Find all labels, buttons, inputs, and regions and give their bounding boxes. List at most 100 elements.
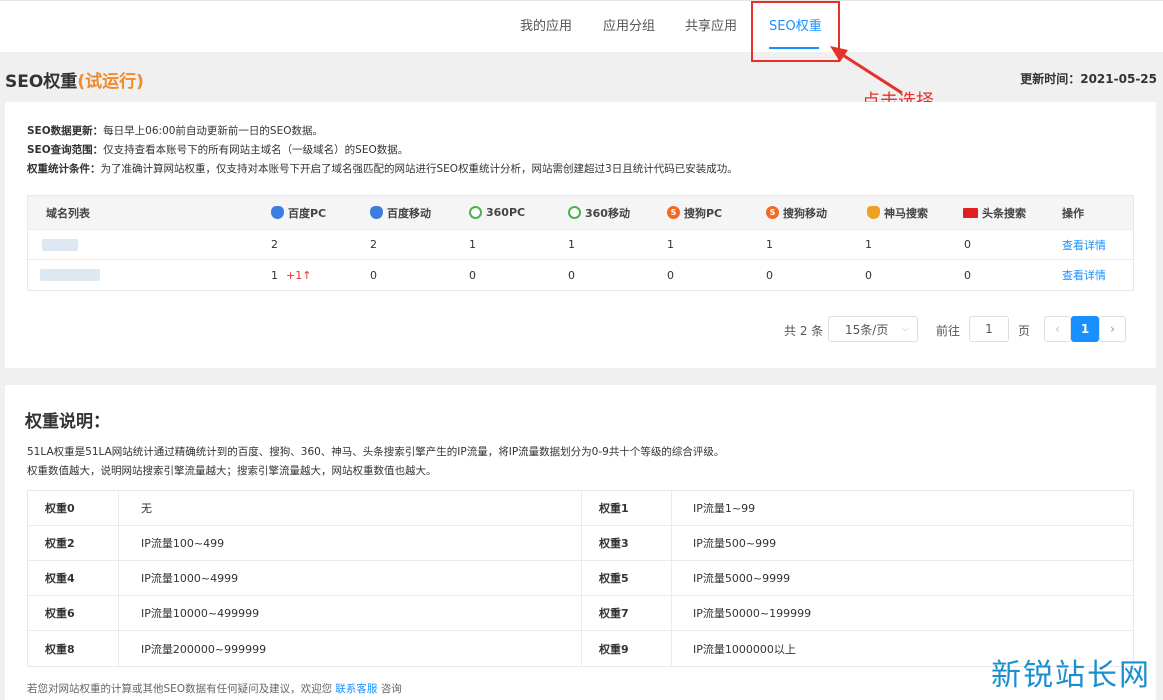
update-time-value: 2021-05-25 (1080, 72, 1157, 86)
col-domain: 域名列表 (46, 206, 90, 220)
cell-toutiao: 0 (964, 238, 971, 251)
col-baidu-mobile: 百度移动 (370, 196, 431, 229)
next-page-icon[interactable]: › (1099, 316, 1126, 342)
baidu-icon (271, 206, 284, 219)
toutiao-icon (963, 207, 978, 218)
col-toutiao: 头条搜索 (963, 196, 1026, 229)
title-bar: SEO权重(试运行) 更新时间：2021-05-25 (0, 52, 1163, 102)
weight-level-value: IP流量50000~199999 (693, 607, 812, 620)
tab-shared-apps[interactable]: 共享应用 (685, 15, 737, 34)
update-time-label: 更新时间： (1020, 72, 1081, 86)
sogou-icon: S (667, 206, 680, 219)
col-shenma: 神马搜索 (867, 196, 928, 229)
col-sogou-mobile: S 搜狗移动 (766, 196, 827, 229)
weight-level-value: IP流量10000~499999 (141, 607, 260, 620)
blurred-domain (42, 238, 78, 251)
cell-shenma: 0 (865, 268, 872, 282)
blurred-domain (40, 269, 100, 281)
cell-baidu-mobile: 2 (370, 238, 377, 251)
weight-desc-1: 51LA权重是51LA网站统计通过精确统计到的百度、搜狗、360、神马、头条搜索… (27, 446, 725, 458)
weight-level-value: IP流量1~99 (693, 502, 756, 515)
weight-level-value: IP流量5000~9999 (693, 572, 791, 585)
weight-level-value: IP流量500~999 (693, 537, 777, 550)
page-button-current[interactable]: 1 (1071, 316, 1099, 342)
cell-360-mobile: 1 (568, 238, 575, 251)
cell-360-pc: 0 (469, 268, 476, 282)
weight-table: 权重0 无 权重1 IP流量1~99 权重2 IP流量100~499 权重3 I… (27, 490, 1134, 667)
desc-line-update: SEO数据更新：每日早上06:00前自动更新前一日的SEO数据。 (27, 125, 323, 137)
table-row: 权重6 IP流量10000~499999 权重7 IP流量50000~19999… (28, 596, 1133, 631)
table-row: 权重0 无 权重1 IP流量1~99 (28, 491, 1133, 526)
col-action: 操作 (1062, 206, 1084, 220)
cell-sogou-mobile: 0 (766, 268, 773, 282)
page-size-value: 15条/页 (845, 322, 889, 337)
top-nav: 我的应用 应用分组 共享应用 SEO权重 (0, 0, 1163, 52)
weight-level-value: IP流量1000000以上 (693, 642, 796, 656)
page-title-text: SEO权重 (5, 72, 78, 92)
desc-line-condition: 权重统计条件：为了准确计算网站权重，仅支持对本账号下开启了域名强匹配的网站进行S… (27, 163, 738, 175)
prev-page-icon[interactable]: ‹ (1044, 316, 1071, 342)
page-size-select[interactable]: 15条/页 ⌵ (828, 316, 918, 342)
tab-my-apps[interactable]: 我的应用 (520, 15, 572, 34)
col-360-mobile: 360移动 (568, 196, 630, 229)
table-row: 2 2 1 1 1 1 1 0 查看详情 (28, 230, 1133, 260)
baidu-icon (370, 206, 383, 219)
view-details-link[interactable]: 查看详情 (1062, 260, 1106, 290)
weight-level-label: 权重2 (45, 537, 75, 550)
weight-level-label: 权重3 (599, 537, 629, 550)
update-time: 更新时间：2021-05-25 (1020, 70, 1157, 87)
weight-level-value: 无 (141, 502, 152, 515)
table-header-row: 域名列表 百度PC 百度移动 360PC 360移动 S 搜狗PC S 搜狗移动 神… (28, 196, 1133, 230)
chevron-down-icon: ⌵ (902, 324, 909, 334)
360-icon (568, 206, 581, 219)
table-row: 权重2 IP流量100~499 权重3 IP流量500~999 (28, 526, 1133, 561)
tab-app-groups[interactable]: 应用分组 (603, 15, 655, 34)
page-title: SEO权重(试运行) (5, 67, 144, 92)
table-row: 权重8 IP流量200000~999999 权重9 IP流量1000000以上 (28, 631, 1133, 666)
weight-level-value: IP流量200000~999999 (141, 642, 267, 656)
shenma-icon (867, 206, 880, 219)
desc-line-scope: SEO查询范围：仅支持查看本账号下的所有网站主域名（一级域名）的SEO数据。 (27, 144, 409, 156)
cell-shenma: 1 (865, 238, 872, 251)
cell-sogou-pc: 1 (667, 238, 674, 251)
seo-data-card: SEO数据更新：每日早上06:00前自动更新前一日的SEO数据。 SEO查询范围… (5, 102, 1156, 368)
weight-level-label: 权重7 (599, 607, 629, 620)
domain-cell-blurred (42, 230, 78, 259)
cell-sogou-pc: 0 (667, 268, 674, 282)
weight-title: 权重说明： (25, 412, 110, 432)
col-360-pc: 360PC (469, 196, 525, 229)
weight-level-label: 权重6 (45, 607, 75, 620)
seo-table: 域名列表 百度PC 百度移动 360PC 360移动 S 搜狗PC S 搜狗移动 神… (27, 195, 1134, 291)
cell-360-pc: 1 (469, 238, 476, 251)
cell-baidu-pc: 1 +1↑ (271, 268, 312, 282)
pagination-total: 共 2 条 (784, 324, 824, 338)
goto-label: 前往 (936, 324, 961, 338)
weight-level-value: IP流量100~499 (141, 537, 225, 550)
col-sogou-pc: S 搜狗PC (667, 196, 722, 229)
watermark: 新锐站长网 (991, 658, 1151, 693)
table-row: 权重4 IP流量1000~4999 权重5 IP流量5000~9999 (28, 561, 1133, 596)
360-icon (469, 206, 482, 219)
trial-badge: (试运行) (77, 72, 144, 92)
weight-level-label: 权重9 (599, 642, 629, 656)
weight-level-label: 权重4 (45, 572, 75, 585)
cell-sogou-mobile: 1 (766, 238, 773, 251)
weight-level-label: 权重5 (599, 572, 629, 585)
weight-level-label: 权重0 (45, 502, 75, 515)
domain-cell-blurred (40, 260, 100, 290)
weight-level-label: 权重8 (45, 642, 75, 656)
goto-page-input[interactable]: 1 (969, 316, 1009, 342)
cell-360-mobile: 0 (568, 268, 575, 282)
col-baidu-pc: 百度PC (271, 196, 326, 229)
sogou-icon: S (766, 206, 779, 219)
weight-level-value: IP流量1000~4999 (141, 572, 239, 585)
contact-support-link[interactable]: 联系客服 (335, 683, 377, 695)
cell-baidu-mobile: 0 (370, 268, 377, 282)
page-unit-label: 页 (1018, 324, 1031, 338)
table-row: 1 +1↑ 0 0 0 0 0 0 0 查看详情 (28, 260, 1133, 290)
view-details-link[interactable]: 查看详情 (1062, 230, 1106, 259)
footer-note: 若您对网站权重的计算或其他SEO数据有任何疑问及建议，欢迎您 联系客服 咨询 (27, 683, 402, 695)
weight-level-label: 权重1 (599, 502, 629, 515)
cell-toutiao: 0 (964, 268, 971, 282)
weight-desc-2: 权重数值越大，说明网站搜索引擎流量越大；搜索引擎流量越大，网站权重数值也越大。 (27, 465, 437, 477)
